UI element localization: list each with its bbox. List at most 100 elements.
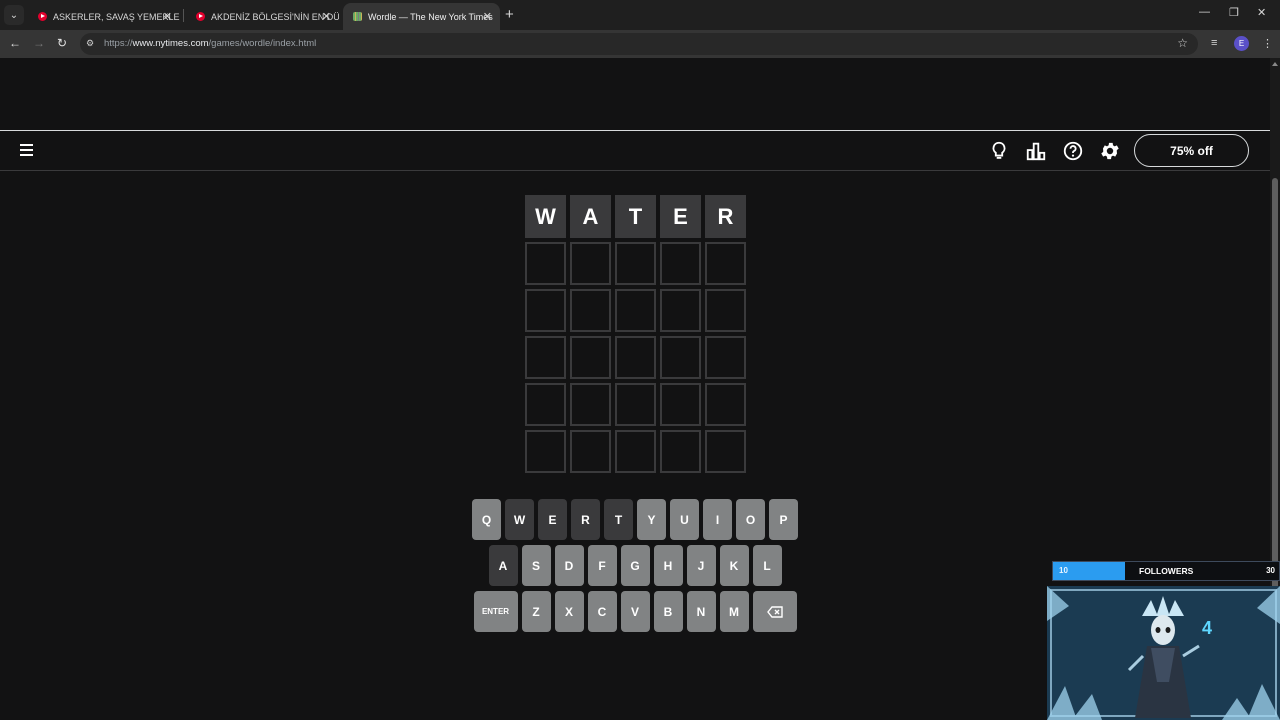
- bookmark-star-icon[interactable]: ☆: [1177, 36, 1188, 50]
- tab-askerler[interactable]: ASKERLER, SAVAŞ YEMEKLERİNİ ✕: [28, 3, 180, 30]
- key-r[interactable]: R: [571, 499, 600, 540]
- url-path: /games/wordle/index.html: [208, 38, 317, 49]
- board-tile: [570, 336, 611, 379]
- key-w[interactable]: W: [505, 499, 534, 540]
- goal-title: FOLLOWERS: [1139, 566, 1194, 576]
- keyboard-row: ASDFGHJKL: [472, 545, 798, 586]
- on-screen-keyboard: Q W E R T Y U I O P A S D F G H J K L ENTER Z X C V B N M: [472, 499, 798, 637]
- board-tile: [705, 242, 746, 285]
- key-j[interactable]: J: [686, 545, 716, 586]
- keyboard-row: ENTER Z X C V B N M: [472, 591, 798, 632]
- board-tile: [525, 383, 566, 426]
- statistics-icon[interactable]: [1025, 140, 1047, 162]
- board-tile: [615, 242, 656, 285]
- hint-lightbulb-icon[interactable]: [988, 140, 1010, 162]
- help-icon[interactable]: [1062, 140, 1084, 162]
- media-queue-icon[interactable]: ≡: [1211, 37, 1217, 49]
- board-tile: [615, 336, 656, 379]
- backspace-key[interactable]: [752, 591, 797, 632]
- board-tile: [525, 336, 566, 379]
- game-board: WATER: [525, 195, 746, 477]
- board-tile: [660, 430, 701, 473]
- board-tile: [705, 383, 746, 426]
- board-tile: [615, 289, 656, 332]
- subscribe-promo-button[interactable]: 75% off: [1134, 134, 1249, 167]
- tab-title: Wordle — The New York Times: [368, 11, 493, 22]
- key-n[interactable]: N: [686, 591, 716, 632]
- goal-max: 30: [1266, 566, 1275, 575]
- key-q[interactable]: Q: [472, 499, 501, 540]
- youtube-icon: [38, 12, 47, 21]
- browser-tab-strip: ⌄ ASKERLER, SAVAŞ YEMEKLERİNİ ✕ AKDENİZ …: [0, 0, 1280, 30]
- key-z[interactable]: Z: [521, 591, 551, 632]
- board-tile: [525, 289, 566, 332]
- tab-wordle[interactable]: Wordle — The New York Times ✕: [343, 3, 500, 30]
- board-row: [525, 289, 746, 332]
- key-u[interactable]: U: [670, 499, 699, 540]
- tab-akdeniz[interactable]: AKDENİZ BÖLGESİ'NİN EN DÜŞ ✕: [186, 3, 339, 30]
- close-window-icon[interactable]: ✕: [1257, 6, 1266, 19]
- key-y[interactable]: Y: [637, 499, 666, 540]
- board-row: [525, 242, 746, 285]
- key-p[interactable]: P: [769, 499, 798, 540]
- board-tile: E: [660, 195, 701, 238]
- board-tile: [660, 383, 701, 426]
- key-l[interactable]: L: [752, 545, 782, 586]
- header-divider: [0, 170, 1270, 171]
- key-g[interactable]: G: [620, 545, 650, 586]
- profile-avatar[interactable]: E: [1234, 36, 1249, 51]
- key-b[interactable]: B: [653, 591, 683, 632]
- tab-search-button[interactable]: ⌄: [4, 5, 24, 25]
- key-h[interactable]: H: [653, 545, 683, 586]
- goal-min: 10: [1059, 566, 1068, 575]
- board-row: WATER: [525, 195, 746, 238]
- url-host: www.nytimes.com: [132, 38, 209, 49]
- board-tile: [660, 289, 701, 332]
- site-info-icon[interactable]: ⚙: [86, 38, 98, 50]
- close-tab-icon[interactable]: ✕: [322, 10, 331, 23]
- youtube-icon: [196, 12, 205, 21]
- close-tab-icon[interactable]: ✕: [163, 10, 172, 23]
- board-tile: R: [705, 195, 746, 238]
- key-c[interactable]: C: [587, 591, 617, 632]
- kebab-menu-icon[interactable]: ⋮: [1262, 37, 1273, 50]
- hamburger-menu-icon[interactable]: [20, 144, 34, 156]
- board-tile: [660, 336, 701, 379]
- minimize-icon[interactable]: —: [1199, 6, 1210, 18]
- settings-gear-icon[interactable]: [1099, 140, 1121, 162]
- new-tab-plus-icon[interactable]: +: [505, 6, 514, 23]
- board-tile: T: [615, 195, 656, 238]
- key-m[interactable]: M: [719, 591, 749, 632]
- url-text: https://www.nytimes.com/games/wordle/ind…: [104, 38, 316, 49]
- close-tab-icon[interactable]: ✕: [483, 10, 492, 23]
- board-tile: [570, 289, 611, 332]
- key-o[interactable]: O: [736, 499, 765, 540]
- key-i[interactable]: I: [703, 499, 732, 540]
- restore-icon[interactable]: ❐: [1229, 6, 1239, 19]
- key-t[interactable]: T: [604, 499, 633, 540]
- tab-separator: [183, 9, 184, 22]
- key-x[interactable]: X: [554, 591, 584, 632]
- board-row: [525, 430, 746, 473]
- key-a[interactable]: A: [488, 545, 518, 586]
- forward-arrow-icon[interactable]: →: [33, 36, 45, 50]
- scroll-up-arrow-icon[interactable]: [1272, 62, 1278, 66]
- board-tile: [570, 242, 611, 285]
- browser-toolbar: ← → ↻ ⚙ https://www.nytimes.com/games/wo…: [0, 30, 1280, 58]
- board-tile: [705, 289, 746, 332]
- key-k[interactable]: K: [719, 545, 749, 586]
- tab-title: ASKERLER, SAVAŞ YEMEKLERİNİ: [53, 11, 180, 22]
- key-e[interactable]: E: [538, 499, 567, 540]
- tab-title: AKDENİZ BÖLGESİ'NİN EN DÜŞ: [211, 11, 339, 22]
- wordle-icon: [353, 12, 362, 21]
- back-arrow-icon[interactable]: ←: [9, 36, 21, 50]
- address-bar[interactable]: ⚙ https://www.nytimes.com/games/wordle/i…: [80, 33, 1198, 55]
- key-s[interactable]: S: [521, 545, 551, 586]
- key-v[interactable]: V: [620, 591, 650, 632]
- key-d[interactable]: D: [554, 545, 584, 586]
- enter-key[interactable]: ENTER: [473, 591, 518, 632]
- board-tile: [705, 430, 746, 473]
- ad-divider: [0, 130, 1270, 131]
- reload-icon[interactable]: ↻: [57, 36, 67, 50]
- key-f[interactable]: F: [587, 545, 617, 586]
